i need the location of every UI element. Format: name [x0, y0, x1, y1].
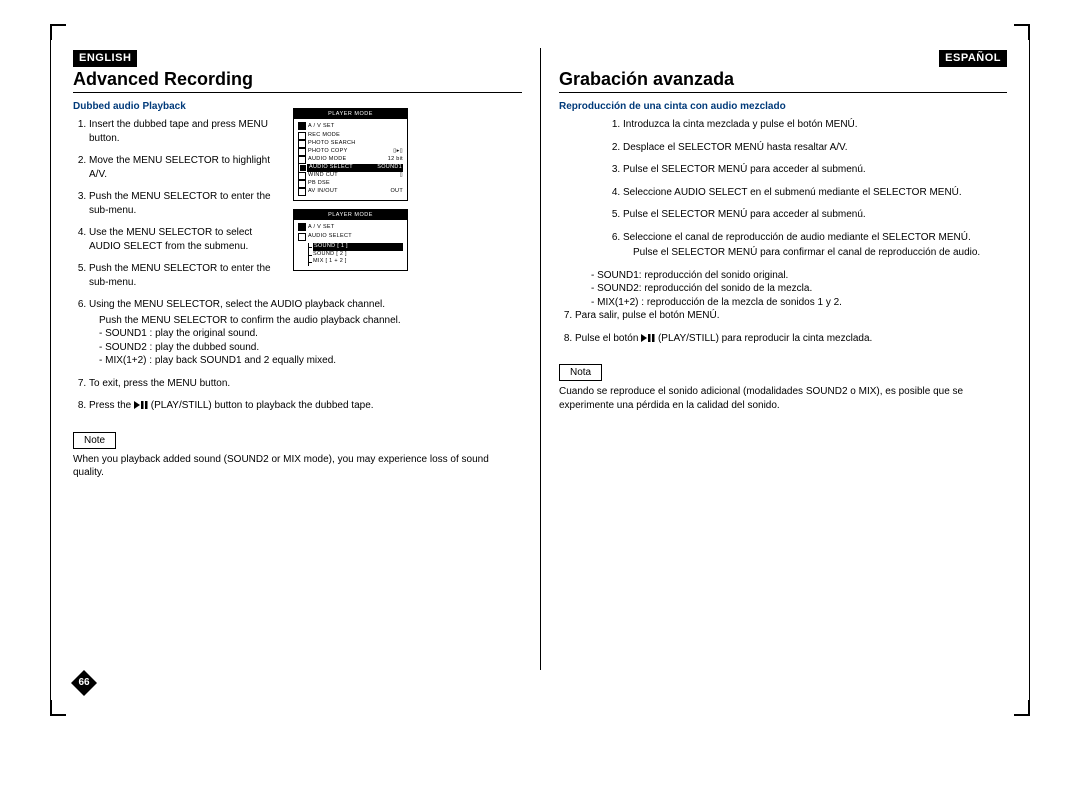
- step-sub: Pulse el SELECTOR MENÚ para confirmar el…: [633, 246, 1007, 260]
- manual-page: ENGLISH Advanced Recording Dubbed audio …: [50, 30, 1030, 710]
- osd-menu-2: PLAYER MODE A / V SET AUDIO SELECT SOUND…: [293, 209, 408, 271]
- step-sub: Push the MENU SELECTOR to confirm the au…: [99, 314, 522, 328]
- osd-item: AV IN/OUT: [308, 188, 338, 196]
- play-still-icon: [641, 334, 655, 342]
- step-item: Using the MENU SELECTOR, select the AUDI…: [89, 298, 522, 368]
- step-item: Introduzca la cinta mezclada y pulse el …: [623, 118, 1007, 132]
- osd-item: AUDIO MODE: [308, 156, 346, 164]
- step-item: Desplace el SELECTOR MENÚ hasta resaltar…: [623, 141, 1007, 155]
- crop-mark: [1014, 700, 1030, 716]
- section-subtitle-es: Reproducción de una cinta con audio mezc…: [559, 101, 1007, 112]
- steps-list-en: Insert the dubbed tape and press MENU bu…: [73, 118, 283, 289]
- bullet-icon: [298, 180, 306, 188]
- note-label-es: Nota: [559, 364, 602, 381]
- bullet-icon: [298, 172, 306, 180]
- crop-mark: [50, 700, 66, 716]
- return-icon: [298, 223, 306, 231]
- osd-title: PLAYER MODE: [294, 109, 407, 119]
- osd-value: 12 bit: [388, 156, 403, 164]
- osd-section: A / V SET: [308, 123, 335, 129]
- spanish-column: ESPAÑOL Grabación avanzada Reproducción …: [540, 48, 1007, 670]
- osd-option: SOUND [ 2 ]: [313, 251, 403, 259]
- step-text: (PLAY/STILL) para reproducir la cinta me…: [655, 333, 872, 344]
- step-item: Push the MENU SELECTOR to enter the sub-…: [89, 190, 283, 217]
- step-item: Press the (PLAY/STILL) button to playbac…: [89, 399, 522, 413]
- osd-item: PHOTO SEARCH: [308, 140, 356, 148]
- step-item: Move the MENU SELECTOR to highlight A/V.: [89, 154, 283, 181]
- page-title-en: Advanced Recording: [73, 69, 253, 89]
- step-sub: - MIX(1+2) : reproducción de la mezcla d…: [591, 296, 1007, 310]
- osd-screens: PLAYER MODE A / V SET REC MODE PHOTO SEA…: [293, 108, 408, 279]
- step-item: To exit, press the MENU button.: [89, 377, 522, 391]
- step-sub: - SOUND2: reproducción del sonido de la …: [591, 282, 1007, 296]
- osd-item: AUDIO SELECT: [309, 164, 353, 172]
- step-text: (PLAY/STILL) button to playback the dubb…: [148, 400, 374, 411]
- step-item: Pulse el SELECTOR MENÚ para acceder al s…: [623, 208, 1007, 222]
- step-sub: - MIX(1+2) : play back SOUND1 and 2 equa…: [99, 354, 522, 368]
- osd-item: PB DSE: [308, 180, 330, 188]
- step-text: Seleccione el canal de reproducción de a…: [623, 232, 971, 243]
- return-icon: [298, 122, 306, 130]
- osd-value: OUT: [390, 188, 403, 196]
- english-column: ENGLISH Advanced Recording Dubbed audio …: [73, 48, 540, 670]
- step-item: Pulse el SELECTOR MENÚ para acceder al s…: [623, 163, 1007, 177]
- step-text: Using the MENU SELECTOR, select the AUDI…: [89, 299, 385, 310]
- language-tab-english: ENGLISH: [73, 50, 137, 67]
- steps-list-es: Introduzca la cinta mezclada y pulse el …: [607, 118, 1007, 222]
- step-item: Push the MENU SELECTOR to enter the sub-…: [89, 262, 283, 289]
- step-text: Pulse el botón: [575, 333, 641, 344]
- step-sub: - SOUND1 : play the original sound.: [99, 327, 522, 341]
- step-item: Insert the dubbed tape and press MENU bu…: [89, 118, 283, 145]
- bullet-icon: [298, 233, 306, 241]
- step-item: Seleccione el canal de reproducción de a…: [623, 231, 1007, 260]
- step-item: Use the MENU SELECTOR to select AUDIO SE…: [89, 226, 283, 253]
- osd-item: PHOTO COPY: [308, 148, 348, 156]
- copy-icon: ▯▸▯: [393, 148, 403, 156]
- bullet-icon: [298, 140, 306, 148]
- osd-option: MIX [ 1 + 2 ]: [313, 258, 403, 266]
- note-text-en: When you playback added sound (SOUND2 or…: [73, 453, 522, 480]
- bullet-icon: [299, 164, 307, 172]
- language-tab-spanish: ESPAÑOL: [939, 50, 1007, 67]
- bullet-icon: [298, 156, 306, 164]
- steps-list-es-cont: Seleccione el canal de reproducción de a…: [559, 231, 1007, 260]
- step-item: Seleccione AUDIO SELECT en el submenú me…: [623, 186, 1007, 200]
- bullet-icon: [298, 148, 306, 156]
- osd-item: WIND CUT: [308, 172, 338, 180]
- bullet-icon: [298, 132, 306, 140]
- play-still-icon: [134, 401, 148, 409]
- step-item: Para salir, pulse el botón MENÚ.: [575, 309, 1007, 323]
- page-number: 66: [71, 670, 97, 696]
- osd-option-selected: SOUND [ 1 ]: [313, 243, 403, 251]
- osd-item: AUDIO SELECT: [308, 233, 352, 241]
- step-sub: - SOUND1: reproducción del sonido origin…: [591, 269, 1007, 283]
- osd-section: A / V SET: [308, 224, 335, 230]
- note-text-es: Cuando se reproduce el sonido adicional …: [559, 385, 1007, 412]
- page-title-es: Grabación avanzada: [559, 69, 734, 89]
- bullet-icon: [298, 188, 306, 196]
- step-item: Pulse el botón (PLAY/STILL) para reprodu…: [575, 332, 1007, 346]
- osd-value: SOUND1: [377, 164, 402, 172]
- osd-menu-1: PLAYER MODE A / V SET REC MODE PHOTO SEA…: [293, 108, 408, 201]
- note-label-en: Note: [73, 432, 116, 449]
- osd-title: PLAYER MODE: [294, 210, 407, 220]
- steps-list-es-cont2: Para salir, pulse el botón MENÚ. Pulse e…: [559, 309, 1007, 345]
- osd-item: REC MODE: [308, 132, 340, 140]
- steps-list-en-cont: Using the MENU SELECTOR, select the AUDI…: [73, 298, 522, 413]
- step-text: Press the: [89, 400, 134, 411]
- step-sub: - SOUND2 : play the dubbed sound.: [99, 341, 522, 355]
- off-icon: ▯: [400, 172, 403, 180]
